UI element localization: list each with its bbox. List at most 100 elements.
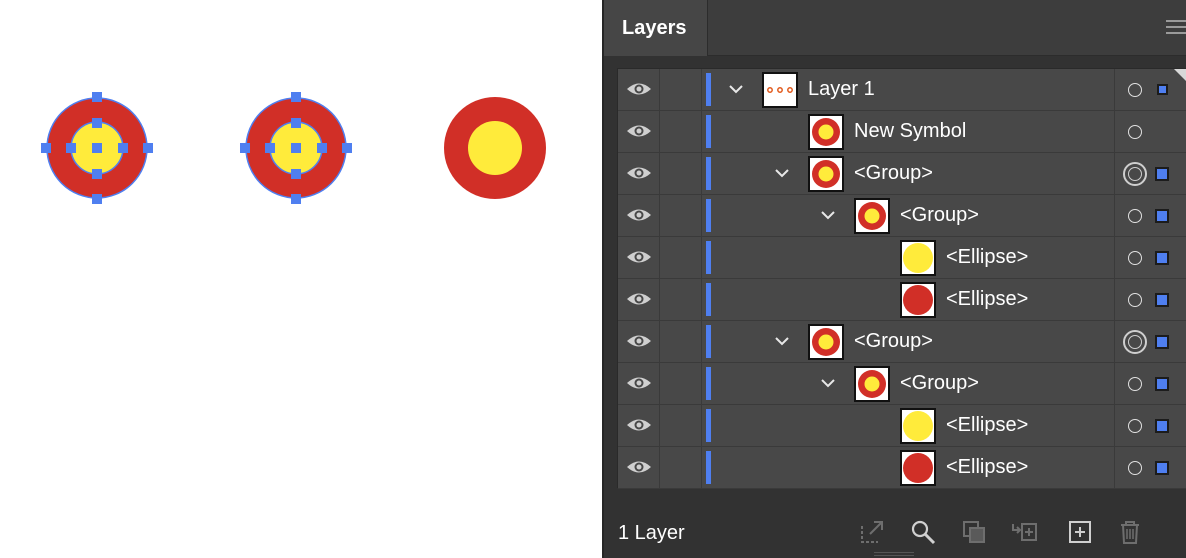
anchor-handle[interactable] <box>291 194 301 204</box>
layer-row-group[interactable]: <Group> <box>618 363 1186 405</box>
layer-color-bar <box>706 283 711 316</box>
anchor-handle[interactable] <box>92 194 102 204</box>
lock-toggle[interactable] <box>660 237 702 278</box>
target-circle-icon[interactable] <box>1128 83 1142 97</box>
layer-name[interactable]: Layer 1 <box>808 69 875 110</box>
trash-icon[interactable] <box>1116 518 1144 546</box>
export-icon[interactable] <box>858 518 886 546</box>
layer-name[interactable]: <Ellipse> <box>946 447 1028 488</box>
lock-toggle[interactable] <box>660 363 702 404</box>
visibility-toggle[interactable] <box>618 153 660 194</box>
panel-menu-icon[interactable] <box>1166 20 1186 36</box>
chevron-down-icon[interactable] <box>772 163 792 183</box>
lock-toggle[interactable] <box>660 279 702 320</box>
selection-indicator[interactable] <box>1155 377 1169 391</box>
anchor-handle[interactable] <box>291 169 301 179</box>
anchor-handle[interactable] <box>265 143 275 153</box>
visibility-toggle[interactable] <box>618 111 660 152</box>
anchor-handle[interactable] <box>240 143 250 153</box>
visibility-toggle[interactable] <box>618 237 660 278</box>
layer-row-new-symbol[interactable]: New Symbol <box>618 111 1186 153</box>
selection-indicator[interactable] <box>1155 209 1169 223</box>
selection-indicator[interactable] <box>1155 419 1169 433</box>
selection-indicator[interactable] <box>1155 167 1169 181</box>
new-layer-icon[interactable] <box>1066 518 1094 546</box>
layer-name[interactable]: <Ellipse> <box>946 405 1028 446</box>
center-point[interactable] <box>92 143 102 153</box>
layer-row-group[interactable]: <Group> <box>618 195 1186 237</box>
selection-indicator[interactable] <box>1155 335 1169 349</box>
clipping-mask-icon[interactable] <box>960 518 988 546</box>
anchor-handle[interactable] <box>92 92 102 102</box>
anchor-handle[interactable] <box>291 92 301 102</box>
anchor-handle[interactable] <box>41 143 51 153</box>
layer-name[interactable]: New Symbol <box>854 111 966 152</box>
lock-toggle[interactable] <box>660 405 702 446</box>
target-circle-icon[interactable] <box>1128 377 1142 391</box>
layer-row-group[interactable]: <Group> <box>618 321 1186 363</box>
lock-toggle[interactable] <box>660 153 702 194</box>
visibility-toggle[interactable] <box>618 321 660 362</box>
lock-toggle[interactable] <box>660 111 702 152</box>
layer-row-group[interactable]: <Group> <box>618 153 1186 195</box>
layer-row-layer-1[interactable]: Layer 1 <box>618 69 1186 111</box>
visibility-toggle[interactable] <box>618 447 660 488</box>
selection-indicator[interactable] <box>1155 251 1169 265</box>
lock-toggle[interactable] <box>660 69 702 110</box>
target-circle-icon[interactable] <box>1128 209 1142 223</box>
lock-toggle[interactable] <box>660 195 702 236</box>
anchor-handle[interactable] <box>92 118 102 128</box>
group-thumbnail <box>854 198 890 234</box>
anchor-handle[interactable] <box>92 169 102 179</box>
target-selected-icon[interactable] <box>1123 330 1147 354</box>
target-selected-icon[interactable] <box>1123 162 1147 186</box>
target-circle-icon[interactable] <box>1128 461 1142 475</box>
layer-name[interactable]: <Ellipse> <box>946 279 1028 320</box>
layer-name[interactable]: <Group> <box>900 363 979 404</box>
layer-row-ellipse[interactable]: <Ellipse> <box>618 405 1186 447</box>
layer-row-ellipse[interactable]: <Ellipse> <box>618 237 1186 279</box>
center-point[interactable] <box>291 143 301 153</box>
chevron-down-icon[interactable] <box>772 331 792 351</box>
visibility-toggle[interactable] <box>618 279 660 320</box>
tab-layers[interactable]: Layers <box>604 0 708 56</box>
anchor-handle[interactable] <box>291 118 301 128</box>
layer-row-ellipse[interactable]: <Ellipse> <box>618 447 1186 489</box>
target-circle-icon[interactable] <box>1128 293 1142 307</box>
layer-color-bar <box>706 325 711 358</box>
layer-name[interactable]: <Ellipse> <box>946 237 1028 278</box>
chevron-down-icon[interactable] <box>726 79 746 99</box>
artboard-canvas[interactable] <box>0 0 602 558</box>
lock-toggle[interactable] <box>660 447 702 488</box>
selection-indicator[interactable] <box>1157 84 1168 95</box>
target-circle-icon[interactable] <box>1128 125 1142 139</box>
visibility-toggle[interactable] <box>618 363 660 404</box>
visibility-toggle[interactable] <box>618 195 660 236</box>
layer-name[interactable]: <Group> <box>900 195 979 236</box>
anchor-handle[interactable] <box>342 143 352 153</box>
visibility-toggle[interactable] <box>618 405 660 446</box>
layer-thumbnail <box>762 72 798 108</box>
resize-grip[interactable] <box>874 552 914 556</box>
layer-name[interactable]: <Group> <box>854 321 933 362</box>
visibility-toggle[interactable] <box>618 69 660 110</box>
anchor-handle[interactable] <box>317 143 327 153</box>
search-icon[interactable] <box>909 518 937 546</box>
target-art-3[interactable] <box>438 92 552 206</box>
chevron-down-icon[interactable] <box>818 373 838 393</box>
anchor-handle[interactable] <box>118 143 128 153</box>
selection-indicator[interactable] <box>1155 461 1169 475</box>
chevron-down-icon[interactable] <box>818 205 838 225</box>
anchor-handle[interactable] <box>66 143 76 153</box>
selection-indicator[interactable] <box>1155 293 1169 307</box>
group-thumbnail <box>854 366 890 402</box>
anchor-handle[interactable] <box>143 143 153 153</box>
red-ellipse-thumbnail <box>900 282 936 318</box>
lock-toggle[interactable] <box>660 321 702 362</box>
target-circle-icon[interactable] <box>1128 251 1142 265</box>
target-circle-icon[interactable] <box>1128 419 1142 433</box>
layer-row-ellipse[interactable]: <Ellipse> <box>618 279 1186 321</box>
layer-name[interactable]: <Group> <box>854 153 933 194</box>
eye-icon <box>627 335 651 347</box>
move-to-layer-icon[interactable] <box>1010 518 1038 546</box>
